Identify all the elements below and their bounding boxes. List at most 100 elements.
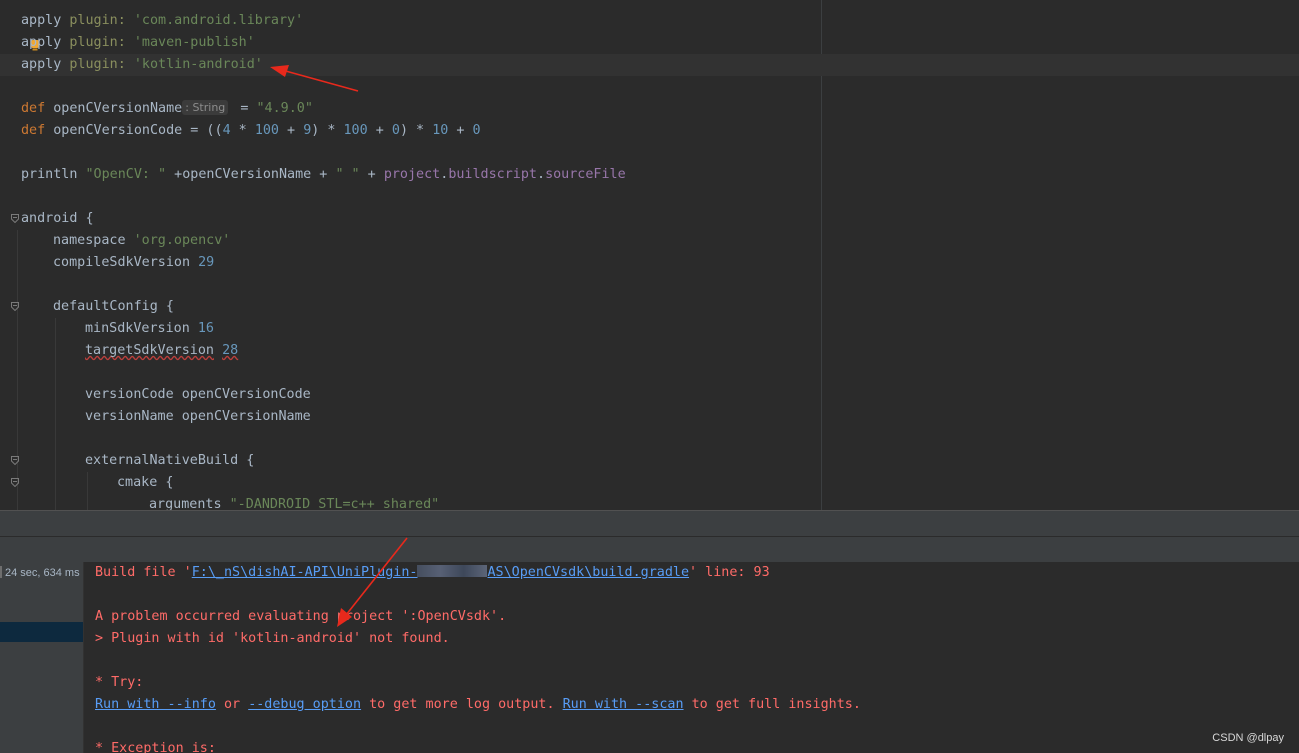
build-tree-panel[interactable]: 24 sec, 634 ms (0, 562, 84, 753)
code-token: minSdkVersion (85, 321, 190, 336)
indent-guide (87, 472, 88, 510)
debug-option-link[interactable]: --debug option (248, 697, 361, 712)
code-token: +openCVersionName + (166, 167, 336, 182)
code-token: + (448, 123, 473, 138)
console-line: * Exception is: (95, 741, 216, 753)
build-file-path-end[interactable]: AS\OpenCVsdk\build.gradle (487, 565, 689, 580)
build-file-path-start[interactable]: F:\_nS\dishAI-API\UniPlugin- (192, 565, 418, 580)
code-line[interactable]: def openCVersionCode = ((4 * 100 + 9) * … (21, 120, 481, 142)
code-line[interactable]: def openCVersionName: String = "4.9.0" (21, 98, 313, 120)
console-text: ' line: 93 (689, 565, 770, 580)
code-line[interactable]: minSdkVersion 16 (85, 318, 214, 340)
type-hint: : String (182, 100, 229, 115)
code-token: "-DANDROID_STL=c++_shared" (229, 497, 440, 510)
code-token: openCVersionCode (53, 123, 183, 138)
code-line[interactable]: defaultConfig { (53, 296, 174, 318)
code-token: 29 (198, 255, 215, 270)
code-token: + (359, 167, 384, 182)
build-file-link[interactable]: F:\_nS\dishAI-API\UniPlugin- AS\OpenCVsdk… (192, 565, 689, 580)
code-token: android { (21, 211, 94, 226)
console-text: or (215, 697, 249, 712)
code-token: println (21, 167, 78, 182)
code-token: versionName openCVersionName (85, 409, 311, 424)
code-token: apply (21, 35, 62, 50)
right-margin-guide (821, 0, 822, 510)
code-token: openCVersionName (53, 101, 183, 116)
indent-guide (55, 318, 56, 510)
build-output-console[interactable]: Build file 'F:\_nS\dishAI-API\UniPlugin-… (84, 562, 1299, 753)
console-line: Build file 'F:\_nS\dishAI-API\UniPlugin-… (95, 562, 770, 584)
build-tool-window-header (0, 536, 1299, 563)
code-line[interactable]: compileSdkVersion 29 (53, 252, 214, 274)
code-line[interactable]: apply plugin: 'maven-publish' (21, 32, 255, 54)
code-token: 16 (197, 321, 214, 336)
panel-splitter[interactable] (0, 510, 1299, 537)
code-token: + (279, 123, 304, 138)
code-token: 28 (222, 343, 239, 358)
code-line[interactable]: namespace 'org.opencv' (53, 230, 230, 252)
code-token: 0 (472, 123, 481, 138)
code-token: buildscript (448, 167, 537, 182)
code-token: 'kotlin-android' (133, 57, 263, 72)
code-token: ) * (399, 123, 433, 138)
console-text: Build file ' (95, 565, 192, 580)
code-token: 'org.opencv' (133, 233, 231, 248)
code-token: 4 (222, 123, 231, 138)
code-token: "4.9.0" (256, 101, 313, 116)
fold-icon[interactable] (11, 478, 19, 487)
run-with-info-link[interactable]: Run with --info (95, 697, 216, 712)
code-token: * (230, 123, 255, 138)
code-token: compileSdkVersion (53, 255, 191, 270)
fold-icon[interactable] (11, 456, 19, 465)
code-line[interactable]: println "OpenCV: " +openCVersionName + "… (21, 164, 626, 186)
code-token: = (232, 101, 257, 116)
code-token: arguments (149, 497, 222, 510)
code-token: def (21, 123, 46, 138)
code-token: . (537, 167, 546, 182)
code-token: defaultConfig { (53, 299, 174, 314)
code-token: ) * (311, 123, 344, 138)
code-token: 100 (254, 123, 279, 138)
fold-icon[interactable] (11, 302, 19, 311)
fold-icon[interactable] (11, 214, 19, 223)
code-token: project (383, 167, 441, 182)
code-line[interactable]: android { (21, 208, 94, 230)
code-line[interactable]: versionName openCVersionName (85, 406, 311, 428)
code-token: apply (21, 57, 62, 72)
indent-guide (17, 230, 18, 510)
code-token: = (( (182, 123, 223, 138)
watermark: CSDN @dlpay (1212, 732, 1284, 744)
selected-tree-row[interactable] (0, 622, 83, 642)
code-token: 'com.android.library' (133, 13, 304, 28)
code-editor[interactable]: apply plugin: 'com.android.library' appl… (0, 0, 1299, 510)
code-token: cmake { (117, 475, 174, 490)
build-duration: 24 sec, 634 ms (0, 566, 80, 579)
console-text: to get more log output. (361, 697, 563, 712)
code-token: apply (21, 13, 62, 28)
console-text: to get full insights. (683, 697, 861, 712)
code-line[interactable]: cmake { (117, 472, 173, 494)
code-token: externalNativeBuild { (85, 453, 255, 468)
code-token: def (21, 101, 46, 116)
code-token: plugin: (69, 57, 126, 72)
code-token: namespace (53, 233, 126, 248)
console-line: A problem occurred evaluating project ':… (95, 609, 507, 624)
code-token: " " (335, 167, 360, 182)
code-line[interactable]: arguments "-DANDROID_STL=c++_shared" (149, 494, 439, 510)
code-token: 10 (432, 123, 449, 138)
console-line: * Try: (95, 675, 144, 690)
code-line[interactable]: apply plugin: 'kotlin-android' (21, 54, 263, 76)
code-line[interactable]: targetSdkVersion 28 (85, 340, 238, 362)
code-line[interactable]: apply plugin: 'com.android.library' (21, 10, 303, 32)
console-line: > Plugin with id 'kotlin-android' not fo… (95, 631, 450, 646)
code-line[interactable]: versionCode openCVersionCode (85, 384, 311, 406)
code-token: sourceFile (545, 167, 626, 182)
run-with-scan-link[interactable]: Run with --scan (563, 697, 684, 712)
code-token: 0 (391, 123, 400, 138)
code-token: targetSdkVersion (85, 343, 214, 358)
redacted-text (417, 565, 488, 577)
code-token: + (367, 123, 392, 138)
code-line[interactable]: externalNativeBuild { (85, 450, 254, 472)
code-token: "OpenCV: " (85, 167, 167, 182)
code-token: versionCode openCVersionCode (85, 387, 311, 402)
